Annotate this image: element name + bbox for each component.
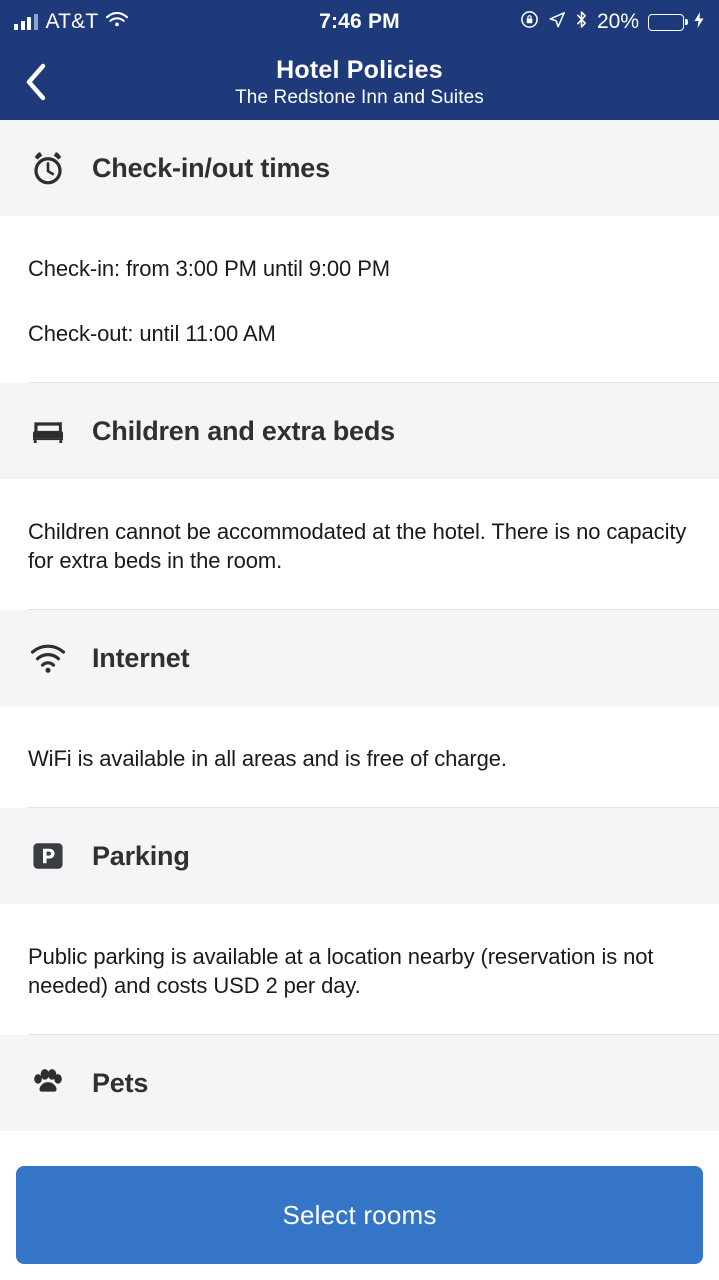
policies-list: Check-in/out times Check-in: from 3:00 P… [0,120,719,1132]
section-title: Parking [92,840,190,871]
page-title: Hotel Policies [276,55,443,84]
hotel-policies-screen: AT&T 7:46 PM 20% Hotel Policies The Reds… [0,0,719,1280]
wifi-icon [26,636,70,680]
policy-text: WiFi is available in all areas and is fr… [28,746,507,772]
status-bar-right: 20% [520,10,705,34]
section-body-parking: Public parking is available at a locatio… [0,904,719,1035]
section-header-internet[interactable]: Internet [0,610,719,707]
battery-percent-label: 20% [596,10,639,33]
charging-bolt-icon [693,11,705,34]
hotel-name-label: The Redstone Inn and Suites [235,86,484,108]
section-title: Children and extra beds [92,415,395,446]
status-bar: AT&T 7:46 PM 20% [0,0,719,44]
section-title: Internet [92,642,190,673]
chevron-left-icon [26,63,46,101]
select-rooms-button[interactable]: Select rooms [16,1166,703,1264]
section-title: Pets [92,1067,149,1098]
bluetooth-icon [575,10,588,34]
policy-text: Public parking is available at a locatio… [28,944,654,999]
rotation-lock-icon [520,10,539,34]
section-body-check-in-out-times: Check-in: from 3:00 PM until 9:00 PM Che… [0,216,719,383]
section-body-internet: WiFi is available in all areas and is fr… [0,706,719,808]
battery-icon [648,13,684,31]
section-header-pets[interactable]: Pets [0,1035,719,1132]
alarm-clock-icon [26,146,70,190]
policy-text: Check-in: from 3:00 PM until 9:00 PM [28,256,390,281]
bottom-action-bar: Select rooms [0,1152,719,1280]
back-button[interactable] [16,62,56,102]
parking-p-icon [26,834,70,878]
policy-text: Children cannot be accommodated at the h… [28,519,687,574]
nav-bar: Hotel Policies The Redstone Inn and Suit… [0,44,719,120]
section-header-children-and-extra-beds[interactable]: Children and extra beds [0,383,719,480]
policy-text: Check-out: until 11:00 AM [28,321,276,347]
paw-print-icon [26,1061,70,1105]
location-arrow-icon [548,11,566,34]
section-header-parking[interactable]: Parking [0,808,719,905]
section-body-children-and-extra-beds: Children cannot be accommodated at the h… [0,479,719,610]
section-header-check-in-out-times[interactable]: Check-in/out times [0,120,719,216]
bed-icon [26,409,70,453]
section-title: Check-in/out times [92,152,330,183]
